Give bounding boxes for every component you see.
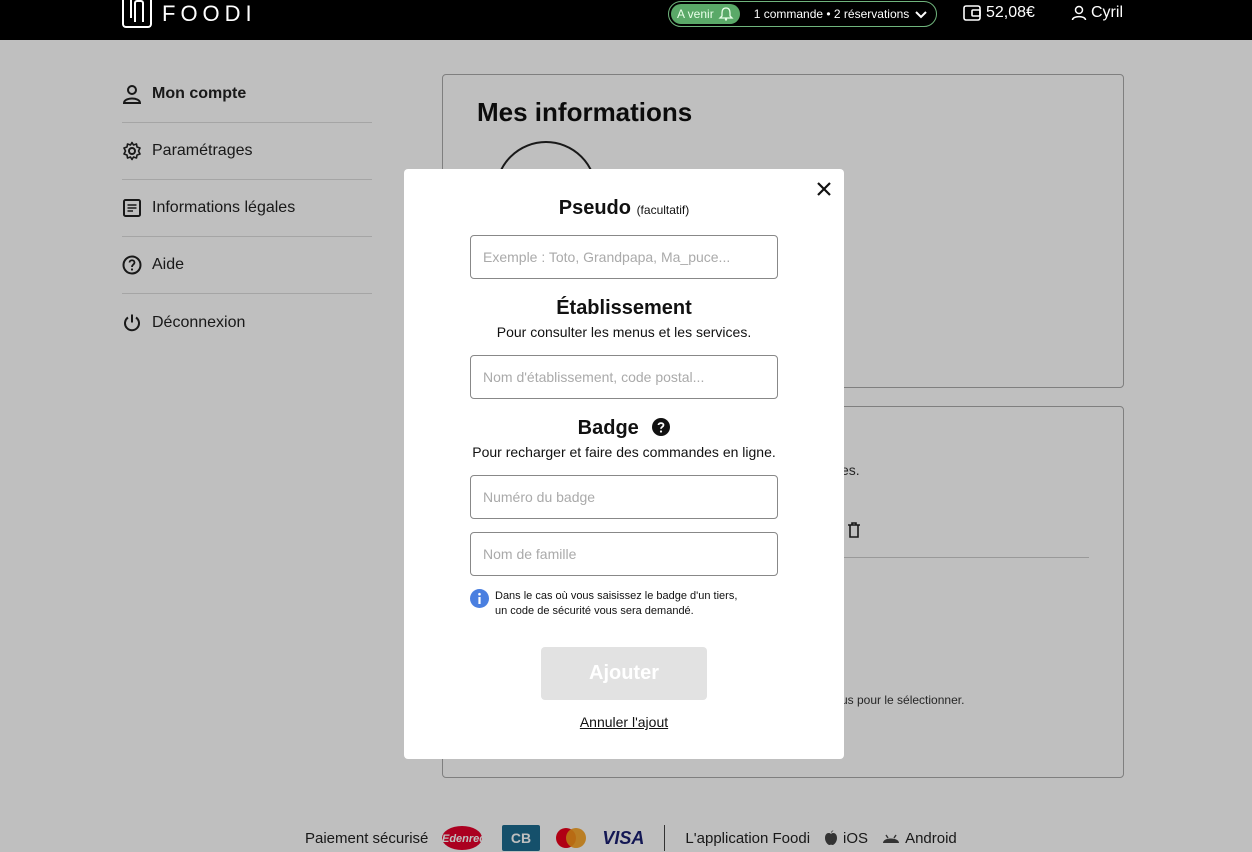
question-icon[interactable]: [652, 418, 671, 436]
wallet-amount: 52,08€: [986, 4, 1035, 21]
foodi-logo[interactable]: FOODI: [122, 0, 257, 28]
user-menu[interactable]: Cyril: [1071, 4, 1123, 22]
user-icon: [1071, 5, 1087, 21]
upcoming-label: A venir: [677, 7, 714, 21]
last-name-input[interactable]: [470, 532, 778, 576]
etablissement-subtitle: Pour consulter les menus et les services…: [496, 324, 752, 340]
wallet-balance[interactable]: 52,08€: [963, 4, 1035, 22]
badge-heading: Badge: [404, 417, 844, 440]
pseudo-heading: Pseudo (facultatif): [404, 197, 844, 220]
add-button[interactable]: Ajouter: [541, 647, 707, 700]
upcoming-summary: 1 commande • 2 réservations: [753, 7, 910, 21]
pseudo-input[interactable]: [470, 235, 778, 279]
badge-title: Badge: [577, 417, 639, 439]
info-line-1: Dans le cas où vous saisissez le badge d…: [495, 590, 738, 602]
logo-text: FOODI: [162, 1, 257, 26]
pseudo-optional: (facultatif): [636, 203, 690, 217]
upcoming-dropdown[interactable]: A venir 1 commande • 2 réservations: [668, 1, 937, 27]
close-icon[interactable]: [816, 181, 832, 197]
badge-subtitle: Pour recharger et faire des commandes en…: [472, 444, 776, 460]
info-note: Dans le cas où vous saisissez le badge d…: [470, 589, 737, 619]
info-icon: [470, 589, 489, 608]
fork-knife-icon: [122, 0, 152, 28]
upcoming-badge: A venir: [671, 4, 740, 24]
cancel-add-link[interactable]: Annuler l'ajout: [404, 714, 844, 730]
etablissement-input[interactable]: [470, 355, 778, 399]
info-line-2: un code de sécurité vous sera demandé.: [495, 605, 694, 617]
wallet-icon: [963, 5, 981, 21]
add-badge-modal: Pseudo (facultatif) Établissement Pour c…: [404, 169, 844, 759]
pseudo-title: Pseudo: [558, 197, 631, 219]
chevron-down-icon: [915, 11, 927, 19]
badge-number-input[interactable]: [470, 475, 778, 519]
bell-icon: [718, 7, 734, 21]
top-header: FOODI A venir 1 commande • 2 réservation…: [0, 0, 1252, 40]
etablissement-title: Établissement: [556, 297, 692, 319]
user-name: Cyril: [1091, 4, 1123, 21]
